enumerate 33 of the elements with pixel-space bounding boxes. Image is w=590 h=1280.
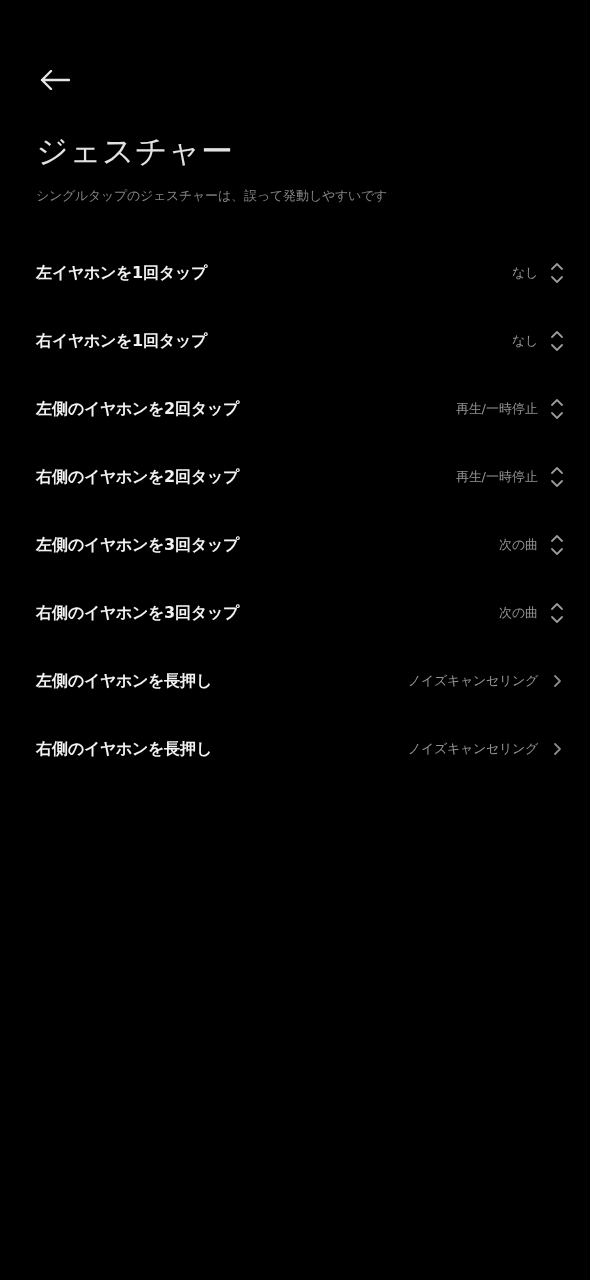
- back-arrow-icon[interactable]: [40, 69, 70, 91]
- setting-row[interactable]: 左イヤホンを1回タップ なし: [36, 239, 566, 307]
- setting-label: 左側のイヤホンを2回タップ: [36, 398, 241, 420]
- setting-value: 再生/一時停止: [455, 468, 538, 486]
- up-down-chevron-icon: [550, 262, 564, 284]
- up-down-chevron-icon: [550, 534, 564, 556]
- setting-row[interactable]: 右側のイヤホンを2回タップ 再生/一時停止: [36, 443, 566, 511]
- setting-value: なし: [512, 332, 538, 350]
- setting-value: 再生/一時停止: [455, 400, 538, 418]
- setting-label: 右側のイヤホンを長押し: [36, 738, 213, 760]
- setting-row[interactable]: 左側のイヤホンを2回タップ 再生/一時停止: [36, 375, 566, 443]
- setting-row[interactable]: 右イヤホンを1回タップ なし: [36, 307, 566, 375]
- setting-label: 右イヤホンを1回タップ: [36, 330, 209, 352]
- up-down-chevron-icon: [550, 398, 564, 420]
- setting-row[interactable]: 右側のイヤホンを長押し ノイズキャンセリング: [36, 715, 566, 783]
- page-title: ジェスチャー: [36, 131, 234, 172]
- setting-value: 次の曲: [499, 604, 538, 622]
- up-down-chevron-icon: [550, 602, 564, 624]
- setting-value: なし: [512, 264, 538, 282]
- setting-label: 右側のイヤホンを2回タップ: [36, 466, 241, 488]
- setting-row[interactable]: 右側のイヤホンを3回タップ 次の曲: [36, 579, 566, 647]
- setting-value: ノイズキャンセリング: [408, 740, 538, 758]
- setting-label: 左側のイヤホンを3回タップ: [36, 534, 241, 556]
- up-down-chevron-icon: [550, 330, 564, 352]
- setting-value: ノイズキャンセリング: [408, 672, 538, 690]
- page-subtitle: シングルタップのジェスチャーは、誤って発動しやすいです: [36, 187, 388, 205]
- setting-label: 左側のイヤホンを長押し: [36, 670, 213, 692]
- setting-row[interactable]: 左側のイヤホンを3回タップ 次の曲: [36, 511, 566, 579]
- setting-label: 右側のイヤホンを3回タップ: [36, 602, 241, 624]
- setting-value: 次の曲: [499, 536, 538, 554]
- up-down-chevron-icon: [550, 466, 564, 488]
- setting-row[interactable]: 左側のイヤホンを長押し ノイズキャンセリング: [36, 647, 566, 715]
- setting-label: 左イヤホンを1回タップ: [36, 262, 209, 284]
